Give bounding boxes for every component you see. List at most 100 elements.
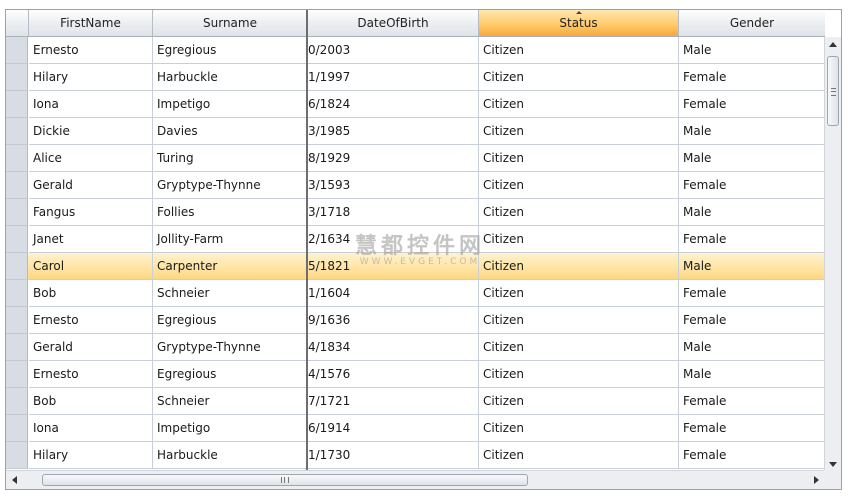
cell-dob[interactable]: 0/2003 [308, 37, 479, 64]
cell-surname[interactable]: Carpenter [153, 253, 308, 280]
cell-dob[interactable]: 3/1985 [308, 118, 479, 145]
vertical-scrollbar[interactable] [824, 37, 841, 472]
table-row[interactable]: Iona Impetigo 6/1914 Citizen Female [6, 415, 825, 442]
cell-dob[interactable]: 2/1634 [308, 226, 479, 253]
table-row[interactable]: Ernesto Egregious 4/1576 Citizen Male [6, 361, 825, 388]
table-row[interactable]: Carol Carpenter 5/1821 Citizen Male [6, 253, 825, 280]
cell-firstname[interactable]: Iona [29, 415, 153, 442]
cell-dob[interactable]: 6/1914 [308, 415, 479, 442]
cell-gender[interactable]: Male [679, 334, 825, 361]
cell-surname[interactable]: Schneier [153, 388, 308, 415]
table-row[interactable]: Gerald Gryptype-Thynne 4/1834 Citizen Male [6, 334, 825, 361]
cell-dob[interactable]: 1/1997 [308, 64, 479, 91]
cell-dob[interactable]: 7/1721 [308, 388, 479, 415]
cell-surname[interactable]: Gryptype-Thynne [153, 334, 308, 361]
cell-dob[interactable]: 1/1604 [308, 280, 479, 307]
cell-firstname[interactable]: Gerald [29, 334, 153, 361]
cell-status[interactable]: Citizen [479, 307, 679, 334]
cell-firstname[interactable]: Alice [29, 145, 153, 172]
cell-dob[interactable]: 4/1576 [308, 361, 479, 388]
frozen-column-divider[interactable] [306, 10, 308, 472]
cell-status[interactable]: Citizen [479, 226, 679, 253]
cell-status[interactable]: Citizen [479, 415, 679, 442]
cell-firstname[interactable]: Hilary [29, 64, 153, 91]
cell-dob[interactable]: 6/1824 [308, 91, 479, 118]
cell-firstname[interactable]: Fangus [29, 199, 153, 226]
cell-status[interactable]: Citizen [479, 361, 679, 388]
cell-dob[interactable]: 3/1718 [308, 199, 479, 226]
table-row[interactable]: Alice Turing 8/1929 Citizen Male [6, 145, 825, 172]
row-indicator[interactable] [6, 334, 28, 361]
cell-dob[interactable]: 4/1834 [308, 334, 479, 361]
table-row[interactable]: Bob Schneier 7/1721 Citizen Female [6, 388, 825, 415]
cell-gender[interactable]: Male [679, 145, 825, 172]
cell-firstname[interactable]: Hilary [29, 442, 153, 469]
cell-gender[interactable]: Male [679, 199, 825, 226]
table-row[interactable]: Hilary Harbuckle 1/1997 Citizen Female [6, 64, 825, 91]
cell-surname[interactable]: Jollity-Farm [153, 226, 308, 253]
cell-status[interactable]: Citizen [479, 37, 679, 64]
cell-surname[interactable]: Egregious [153, 361, 308, 388]
cell-status[interactable]: Citizen [479, 442, 679, 469]
cell-dob[interactable]: 1/1730 [308, 442, 479, 469]
cell-firstname[interactable]: Dickie [29, 118, 153, 145]
cell-status[interactable]: Citizen [479, 91, 679, 118]
cell-surname[interactable]: Schneier [153, 280, 308, 307]
column-header-status[interactable]: Status [479, 10, 679, 36]
vertical-scroll-thumb[interactable] [827, 56, 839, 126]
row-indicator[interactable] [6, 253, 28, 280]
cell-status[interactable]: Citizen [479, 172, 679, 199]
row-indicator[interactable] [6, 172, 28, 199]
column-header-dateofbirth[interactable]: DateOfBirth [308, 10, 479, 36]
cell-firstname[interactable]: Iona [29, 91, 153, 118]
horizontal-scroll-thumb[interactable] [42, 474, 528, 486]
table-row[interactable]: Ernesto Egregious 0/2003 Citizen Male [6, 37, 825, 64]
cell-firstname[interactable]: Gerald [29, 172, 153, 199]
row-indicator[interactable] [6, 226, 28, 253]
cell-firstname[interactable]: Ernesto [29, 307, 153, 334]
column-header-firstname[interactable]: FirstName [29, 10, 153, 36]
column-header-surname[interactable]: Surname [153, 10, 308, 36]
row-indicator[interactable] [6, 307, 28, 334]
cell-gender[interactable]: Female [679, 64, 825, 91]
cell-gender[interactable]: Male [679, 37, 825, 64]
cell-dob[interactable]: 5/1821 [308, 253, 479, 280]
cell-status[interactable]: Citizen [479, 334, 679, 361]
cell-status[interactable]: Citizen [479, 118, 679, 145]
cell-dob[interactable]: 9/1636 [308, 307, 479, 334]
cell-firstname[interactable]: Ernesto [29, 37, 153, 64]
cell-gender[interactable]: Male [679, 118, 825, 145]
cell-surname[interactable]: Harbuckle [153, 64, 308, 91]
row-indicator[interactable] [6, 361, 28, 388]
row-indicator[interactable] [6, 415, 28, 442]
cell-gender[interactable]: Male [679, 361, 825, 388]
cell-status[interactable]: Citizen [479, 199, 679, 226]
cell-gender[interactable]: Female [679, 91, 825, 118]
cell-surname[interactable]: Harbuckle [153, 442, 308, 469]
scroll-left-arrow-icon[interactable] [12, 476, 17, 484]
table-row[interactable]: Fangus Follies 3/1718 Citizen Male [6, 199, 825, 226]
scroll-right-arrow-icon[interactable] [814, 476, 819, 484]
row-indicator[interactable] [6, 388, 28, 415]
scroll-down-arrow-icon[interactable] [829, 462, 837, 467]
cell-gender[interactable]: Female [679, 307, 825, 334]
row-indicator[interactable] [6, 64, 28, 91]
cell-surname[interactable]: Davies [153, 118, 308, 145]
horizontal-scrollbar[interactable] [6, 470, 825, 489]
table-row[interactable]: Bob Schneier 1/1604 Citizen Female [6, 280, 825, 307]
cell-surname[interactable]: Turing [153, 145, 308, 172]
cell-status[interactable]: Citizen [479, 64, 679, 91]
cell-surname[interactable]: Egregious [153, 307, 308, 334]
cell-gender[interactable]: Female [679, 226, 825, 253]
table-row[interactable]: Dickie Davies 3/1985 Citizen Male [6, 118, 825, 145]
scroll-up-arrow-icon[interactable] [829, 42, 837, 47]
row-indicator[interactable] [6, 280, 28, 307]
cell-gender[interactable]: Male [679, 253, 825, 280]
cell-surname[interactable]: Gryptype-Thynne [153, 172, 308, 199]
cell-dob[interactable]: 8/1929 [308, 145, 479, 172]
table-row[interactable]: Gerald Gryptype-Thynne 3/1593 Citizen Female [6, 172, 825, 199]
cell-dob[interactable]: 3/1593 [308, 172, 479, 199]
cell-firstname[interactable]: Carol [29, 253, 153, 280]
cell-status[interactable]: Citizen [479, 145, 679, 172]
cell-gender[interactable]: Female [679, 280, 825, 307]
